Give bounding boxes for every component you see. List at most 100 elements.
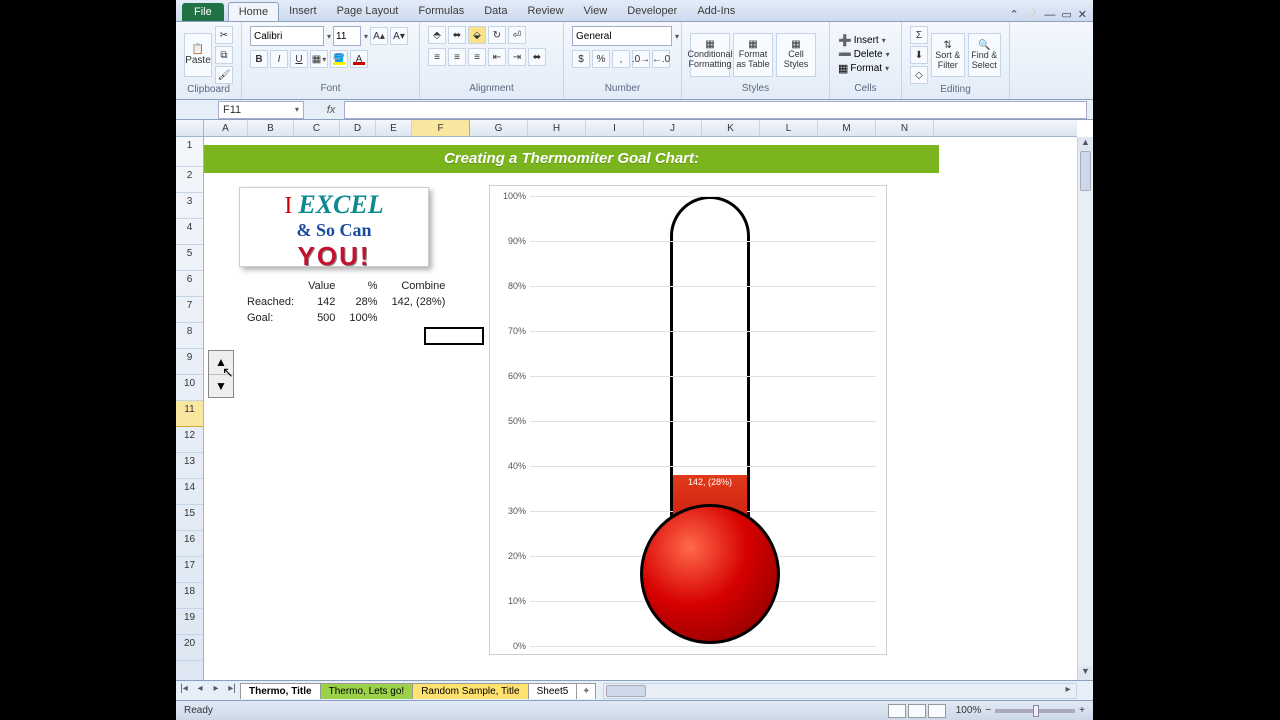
column-header-H[interactable]: H bbox=[528, 120, 586, 136]
chevron-down-icon[interactable]: ▾ bbox=[295, 105, 299, 114]
indent-decrease-button[interactable]: ⇤ bbox=[488, 48, 506, 66]
increase-font-button[interactable]: A▴ bbox=[370, 27, 388, 45]
cell-reached-value[interactable]: 142 bbox=[302, 295, 341, 309]
chevron-down-icon[interactable]: ▾ bbox=[364, 32, 368, 41]
increase-decimal-button[interactable]: .0→ bbox=[632, 50, 650, 68]
row-header-17[interactable]: 17 bbox=[176, 557, 203, 583]
decrease-decimal-button[interactable]: ←.0 bbox=[652, 50, 670, 68]
sheet-nav-last[interactable]: ▸| bbox=[224, 683, 240, 699]
cell-reached-label[interactable]: Reached: bbox=[241, 295, 300, 309]
scrollbar-thumb[interactable] bbox=[1080, 151, 1091, 191]
spinner-control[interactable]: ▲ ▼ bbox=[208, 350, 234, 398]
cell-goal-value[interactable]: 500 bbox=[302, 311, 341, 325]
scroll-up-icon[interactable]: ▲ bbox=[1078, 137, 1093, 151]
column-header-A[interactable]: A bbox=[204, 120, 248, 136]
zoom-in-button[interactable]: + bbox=[1079, 705, 1085, 716]
row-header-2[interactable]: 2 bbox=[176, 167, 203, 193]
zoom-slider-handle[interactable] bbox=[1033, 705, 1039, 717]
file-tab[interactable]: File bbox=[182, 3, 224, 21]
thermometer-chart[interactable]: 0%10%20%30%40%50%60%70%80%90%100% 142, (… bbox=[489, 185, 887, 655]
decrease-font-button[interactable]: A▾ bbox=[390, 27, 408, 45]
zoom-level[interactable]: 100% bbox=[956, 705, 982, 716]
align-top-button[interactable]: ⬘ bbox=[428, 26, 446, 44]
row-header-12[interactable]: 12 bbox=[176, 427, 203, 453]
zoom-out-button[interactable]: − bbox=[985, 705, 991, 716]
insert-cells-button[interactable]: Insert bbox=[854, 35, 879, 46]
cell-goal-label[interactable]: Goal: bbox=[241, 311, 300, 325]
font-size-input[interactable] bbox=[333, 26, 361, 46]
cut-button[interactable]: ✂ bbox=[215, 26, 233, 44]
scrollbar-thumb[interactable] bbox=[606, 685, 646, 697]
row-header-18[interactable]: 18 bbox=[176, 583, 203, 609]
row-header-14[interactable]: 14 bbox=[176, 479, 203, 505]
sheet-nav-next[interactable]: ▸ bbox=[208, 683, 224, 699]
currency-button[interactable]: $ bbox=[572, 50, 590, 68]
format-cells-icon[interactable]: ▦ bbox=[838, 62, 848, 75]
column-header-K[interactable]: K bbox=[702, 120, 760, 136]
number-format-input[interactable] bbox=[572, 26, 672, 46]
spinner-up-button[interactable]: ▲ bbox=[209, 351, 233, 375]
percent-button[interactable]: % bbox=[592, 50, 610, 68]
fill-button[interactable]: ⬇ bbox=[910, 46, 928, 64]
indent-increase-button[interactable]: ⇥ bbox=[508, 48, 526, 66]
bold-button[interactable]: B bbox=[250, 50, 268, 68]
align-center-button[interactable]: ≡ bbox=[448, 48, 466, 66]
sheet-tab-sheet5[interactable]: Sheet5 bbox=[528, 683, 578, 699]
cell-goal-combine[interactable] bbox=[386, 311, 452, 325]
column-header-J[interactable]: J bbox=[644, 120, 702, 136]
clear-button[interactable]: ◇ bbox=[910, 66, 928, 84]
border-button[interactable]: ▦▾ bbox=[310, 50, 328, 68]
normal-view-button[interactable] bbox=[888, 704, 906, 718]
tab-review[interactable]: Review bbox=[517, 2, 573, 21]
help-icon[interactable]: ❔ bbox=[1025, 8, 1039, 21]
fx-icon[interactable]: fx bbox=[322, 104, 340, 116]
tab-formulas[interactable]: Formulas bbox=[408, 2, 474, 21]
row-header-11[interactable]: 11 bbox=[176, 401, 203, 427]
row-header-15[interactable]: 15 bbox=[176, 505, 203, 531]
row-header-10[interactable]: 10 bbox=[176, 375, 203, 401]
sheet-nav-prev[interactable]: ◂ bbox=[192, 683, 208, 699]
tab-home[interactable]: Home bbox=[228, 2, 279, 21]
merge-button[interactable]: ⬌ bbox=[528, 48, 546, 66]
vertical-scrollbar[interactable]: ▲ ▼ bbox=[1077, 137, 1093, 680]
tab-data[interactable]: Data bbox=[474, 2, 517, 21]
tab-view[interactable]: View bbox=[574, 2, 618, 21]
page-break-view-button[interactable] bbox=[928, 704, 946, 718]
fill-color-button[interactable]: 🪣 bbox=[330, 50, 348, 68]
wrap-text-button[interactable]: ⏎ bbox=[508, 26, 526, 44]
copy-button[interactable]: ⧉ bbox=[215, 46, 233, 64]
horizontal-scrollbar[interactable]: ◂▸ bbox=[603, 683, 1077, 699]
find-select-button[interactable]: 🔍Find & Select bbox=[968, 33, 1002, 77]
align-bottom-button[interactable]: ⬙ bbox=[468, 26, 486, 44]
minimize-ribbon-icon[interactable]: ⌃ bbox=[1009, 8, 1018, 21]
row-header-9[interactable]: 9 bbox=[176, 349, 203, 375]
column-header-D[interactable]: D bbox=[340, 120, 376, 136]
font-name-input[interactable] bbox=[250, 26, 324, 46]
minimize-icon[interactable]: — bbox=[1044, 9, 1055, 21]
column-header-L[interactable]: L bbox=[760, 120, 818, 136]
conditional-formatting-button[interactable]: ▦Conditional Formatting bbox=[690, 33, 730, 77]
row-header-5[interactable]: 5 bbox=[176, 245, 203, 271]
delete-cells-icon[interactable]: ➖ bbox=[838, 48, 852, 61]
row-header-20[interactable]: 20 bbox=[176, 635, 203, 661]
row-header-13[interactable]: 13 bbox=[176, 453, 203, 479]
sort-filter-button[interactable]: ⇅Sort & Filter bbox=[931, 33, 965, 77]
spinner-down-button[interactable]: ▼ bbox=[209, 375, 233, 398]
formula-input[interactable] bbox=[344, 101, 1087, 119]
autosum-button[interactable]: Σ bbox=[910, 26, 928, 44]
underline-button[interactable]: U bbox=[290, 50, 308, 68]
row-header-16[interactable]: 16 bbox=[176, 531, 203, 557]
delete-cells-button[interactable]: Delete bbox=[854, 49, 883, 60]
select-all-corner[interactable] bbox=[176, 120, 204, 137]
cell-styles-button[interactable]: ▦Cell Styles bbox=[776, 33, 816, 77]
name-box[interactable]: F11▾ bbox=[218, 101, 304, 119]
chevron-down-icon[interactable]: ▾ bbox=[327, 32, 331, 41]
cell-goal-pct[interactable]: 100% bbox=[343, 311, 383, 325]
row-header-8[interactable]: 8 bbox=[176, 323, 203, 349]
cell-reached-pct[interactable]: 28% bbox=[343, 295, 383, 309]
row-header-1[interactable]: 1 bbox=[176, 137, 203, 167]
format-painter-button[interactable]: 🖌 bbox=[215, 66, 233, 84]
tab-page-layout[interactable]: Page Layout bbox=[327, 2, 409, 21]
font-color-button[interactable]: A bbox=[350, 50, 368, 68]
insert-cells-icon[interactable]: ➕ bbox=[838, 34, 852, 47]
